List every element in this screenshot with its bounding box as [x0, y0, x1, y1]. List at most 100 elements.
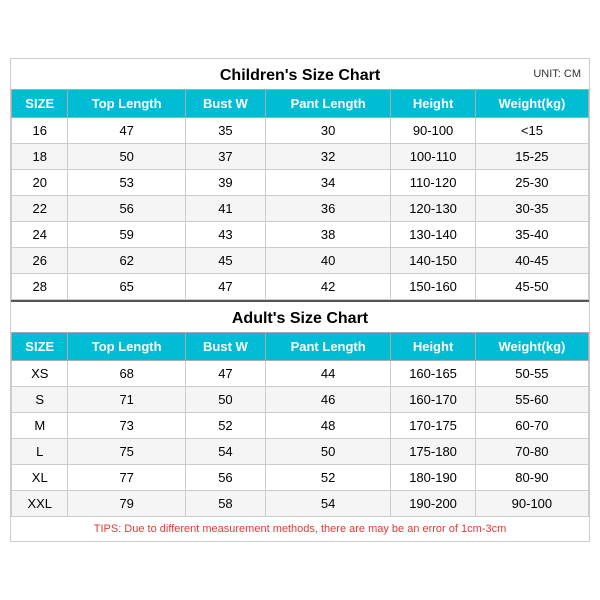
- children-table: SIZE Top Length Bust W Pant Length Heigh…: [11, 89, 589, 300]
- table-cell: 47: [68, 118, 185, 144]
- table-cell: 38: [266, 222, 391, 248]
- table-cell: 65: [68, 274, 185, 300]
- children-title: Children's Size Chart UNIT: CM: [11, 59, 589, 89]
- table-cell: 28: [12, 274, 68, 300]
- table-cell: 52: [266, 465, 391, 491]
- table-cell: 54: [185, 439, 265, 465]
- table-cell: XXL: [12, 491, 68, 517]
- table-cell: 20: [12, 170, 68, 196]
- table-cell: 71: [68, 387, 185, 413]
- table-cell: 36: [266, 196, 391, 222]
- table-cell: 56: [68, 196, 185, 222]
- table-cell: 45-50: [475, 274, 588, 300]
- table-row: 24594338130-14035-40: [12, 222, 589, 248]
- table-row: 26624540140-15040-45: [12, 248, 589, 274]
- children-title-text: Children's Size Chart: [220, 67, 380, 84]
- table-cell: 34: [266, 170, 391, 196]
- col-size-adult: SIZE: [12, 333, 68, 361]
- unit-label: UNIT: CM: [533, 68, 581, 80]
- table-cell: 39: [185, 170, 265, 196]
- table-cell: 44: [266, 361, 391, 387]
- table-cell: 56: [185, 465, 265, 491]
- table-cell: 18: [12, 144, 68, 170]
- table-cell: 22: [12, 196, 68, 222]
- adult-table: SIZE Top Length Bust W Pant Length Heigh…: [11, 332, 589, 517]
- table-cell: 170-175: [391, 413, 476, 439]
- table-cell: 180-190: [391, 465, 476, 491]
- adult-header-row: SIZE Top Length Bust W Pant Length Heigh…: [12, 333, 589, 361]
- table-row: XL775652180-19080-90: [12, 465, 589, 491]
- table-row: S715046160-17055-60: [12, 387, 589, 413]
- table-cell: S: [12, 387, 68, 413]
- table-row: XS684744160-16550-55: [12, 361, 589, 387]
- table-cell: 35-40: [475, 222, 588, 248]
- table-row: 20533934110-12025-30: [12, 170, 589, 196]
- size-chart: Children's Size Chart UNIT: CM SIZE Top …: [10, 58, 590, 542]
- adult-title-text: Adult's Size Chart: [232, 310, 368, 327]
- table-cell: 47: [185, 274, 265, 300]
- table-cell: 42: [266, 274, 391, 300]
- table-cell: 50: [68, 144, 185, 170]
- col-pant-length-adult: Pant Length: [266, 333, 391, 361]
- table-cell: 30-35: [475, 196, 588, 222]
- table-cell: 32: [266, 144, 391, 170]
- table-cell: 130-140: [391, 222, 476, 248]
- adult-body: XS684744160-16550-55S715046160-17055-60M…: [12, 361, 589, 517]
- table-cell: 160-165: [391, 361, 476, 387]
- table-cell: 73: [68, 413, 185, 439]
- table-cell: 77: [68, 465, 185, 491]
- col-bust-w: Bust W: [185, 90, 265, 118]
- tips-text: TIPS: Due to different measurement metho…: [11, 517, 589, 541]
- children-header-row: SIZE Top Length Bust W Pant Length Heigh…: [12, 90, 589, 118]
- table-cell: 48: [266, 413, 391, 439]
- table-cell: 55-60: [475, 387, 588, 413]
- col-top-length-adult: Top Length: [68, 333, 185, 361]
- table-cell: 150-160: [391, 274, 476, 300]
- table-row: XXL795854190-20090-100: [12, 491, 589, 517]
- table-cell: 53: [68, 170, 185, 196]
- table-cell: 190-200: [391, 491, 476, 517]
- table-cell: 52: [185, 413, 265, 439]
- col-weight-adult: Weight(kg): [475, 333, 588, 361]
- adult-title: Adult's Size Chart: [11, 300, 589, 332]
- table-cell: M: [12, 413, 68, 439]
- table-cell: 175-180: [391, 439, 476, 465]
- table-cell: 40: [266, 248, 391, 274]
- table-cell: 60-70: [475, 413, 588, 439]
- table-cell: 16: [12, 118, 68, 144]
- table-row: 18503732100-11015-25: [12, 144, 589, 170]
- table-cell: 50: [185, 387, 265, 413]
- table-cell: 43: [185, 222, 265, 248]
- table-cell: 62: [68, 248, 185, 274]
- table-cell: 30: [266, 118, 391, 144]
- table-cell: 140-150: [391, 248, 476, 274]
- table-cell: 90-100: [391, 118, 476, 144]
- table-row: 28654742150-16045-50: [12, 274, 589, 300]
- table-cell: XS: [12, 361, 68, 387]
- table-cell: L: [12, 439, 68, 465]
- table-cell: 54: [266, 491, 391, 517]
- table-cell: 35: [185, 118, 265, 144]
- table-cell: 46: [266, 387, 391, 413]
- table-cell: <15: [475, 118, 588, 144]
- table-cell: 50: [266, 439, 391, 465]
- table-cell: XL: [12, 465, 68, 491]
- table-cell: 120-130: [391, 196, 476, 222]
- table-cell: 26: [12, 248, 68, 274]
- table-cell: 75: [68, 439, 185, 465]
- table-cell: 100-110: [391, 144, 476, 170]
- table-cell: 70-80: [475, 439, 588, 465]
- table-cell: 58: [185, 491, 265, 517]
- table-cell: 110-120: [391, 170, 476, 196]
- table-cell: 25-30: [475, 170, 588, 196]
- children-body: 1647353090-100<1518503732100-11015-25205…: [12, 118, 589, 300]
- table-cell: 68: [68, 361, 185, 387]
- table-row: 22564136120-13030-35: [12, 196, 589, 222]
- table-row: 1647353090-100<15: [12, 118, 589, 144]
- table-cell: 50-55: [475, 361, 588, 387]
- col-pant-length: Pant Length: [266, 90, 391, 118]
- table-cell: 15-25: [475, 144, 588, 170]
- table-cell: 37: [185, 144, 265, 170]
- col-bust-w-adult: Bust W: [185, 333, 265, 361]
- table-cell: 45: [185, 248, 265, 274]
